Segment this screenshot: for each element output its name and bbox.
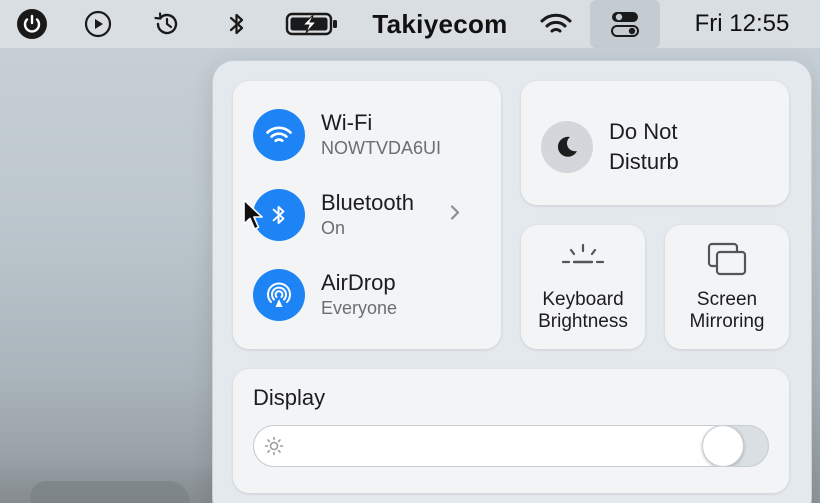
wifi-network-name: NOWTVDA6UI [321, 138, 442, 158]
brightness-slider-knob[interactable] [702, 426, 745, 466]
dnd-label-line2: Disturb [609, 149, 679, 174]
control-center-icon[interactable] [590, 0, 660, 48]
bluetooth-toggle[interactable]: Bluetooth On [253, 187, 481, 243]
sun-icon [264, 436, 284, 461]
brightness-slider[interactable] [253, 425, 769, 467]
wifi-title: Wi-Fi [321, 110, 373, 135]
control-center-panel: Wi-Fi NOWTVDA6UI Bluetooth On AirDrop Ev… [212, 60, 812, 503]
airdrop-title: AirDrop [321, 270, 396, 295]
moon-icon[interactable] [541, 121, 593, 173]
display-title: Display [253, 385, 326, 410]
airdrop-toggle[interactable]: AirDrop Everyone [253, 267, 397, 323]
menu-bar-clock[interactable]: Fri 12:55 [695, 10, 790, 38]
bluetooth-title: Bluetooth [321, 190, 414, 215]
display-module: Display [233, 369, 789, 493]
bluetooth-status: On [321, 218, 346, 238]
mouse-cursor-icon [242, 198, 264, 237]
airdrop-icon[interactable] [253, 269, 305, 321]
screen-mirroring-module[interactable]: Screen Mirroring [665, 225, 789, 349]
play-icon[interactable] [82, 0, 114, 48]
chevron-right-icon[interactable] [449, 204, 461, 227]
menu-bar: Takiyecom Fri 12:55 [0, 0, 820, 48]
wifi-toggle[interactable]: Wi-Fi NOWTVDA6UI [253, 107, 441, 163]
keyboard-label-line1: Keyboard [542, 289, 624, 310]
mirroring-label-line1: Screen [696, 289, 758, 310]
do-not-disturb-module[interactable]: Do Not Disturb [521, 81, 789, 205]
menu-bar-brand[interactable]: Takiyecom [372, 9, 507, 40]
network-module: Wi-Fi NOWTVDA6UI Bluetooth On AirDrop Ev… [233, 81, 501, 349]
mirroring-label-line2: Mirroring [689, 311, 765, 332]
brightness-slider-fill [254, 426, 724, 466]
wallpaper-hill-front [30, 481, 190, 503]
keyboard-brightness-icon [521, 241, 645, 275]
wifi-icon[interactable] [253, 109, 305, 161]
time-machine-icon[interactable] [150, 0, 184, 48]
wifi-icon[interactable] [538, 0, 574, 48]
power-icon[interactable] [14, 0, 50, 48]
battery-charging-icon[interactable] [284, 0, 340, 48]
airdrop-visibility: Everyone [321, 298, 398, 318]
dnd-label-line1: Do Not [609, 119, 678, 144]
screen-mirroring-icon [665, 241, 789, 277]
keyboard-brightness-module[interactable]: Keyboard Brightness [521, 225, 645, 349]
bluetooth-icon[interactable] [222, 0, 252, 48]
keyboard-label-line2: Brightness [538, 311, 628, 332]
